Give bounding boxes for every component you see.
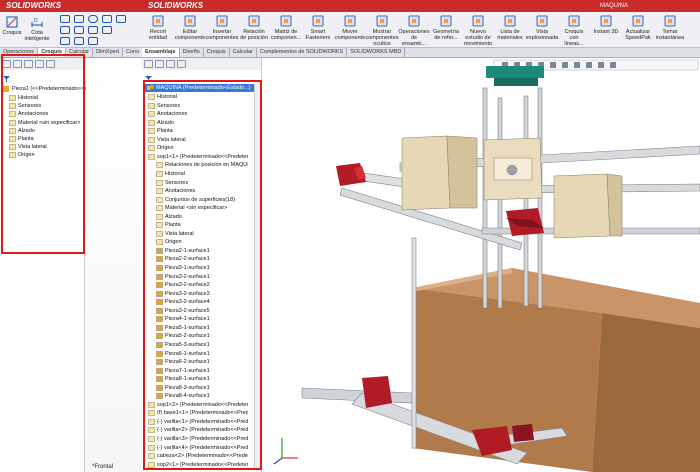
ribbon-command-icon (376, 15, 388, 27)
ribbon-button[interactable]: Smart Fasteners (304, 14, 332, 41)
ribbon-command-icon (536, 15, 548, 27)
offset-icon[interactable] (74, 26, 84, 34)
left-ribbon: Croquis D Cota inteligente (0, 12, 142, 48)
ribbon-button[interactable]: Recort entidad (144, 14, 172, 41)
left-graphics-area[interactable] (85, 58, 142, 472)
right-view-label (262, 462, 322, 472)
pattern-icon[interactable] (102, 26, 112, 34)
right-command-tabs: Ensamblaje Diseño Croquis Calcular Complemen… (142, 48, 700, 58)
tab-complementos-de-solidworks[interactable]: Complementos de SOLIDWORKS (257, 48, 348, 57)
sketch-icon (6, 16, 18, 28)
ribbon-command-icon (600, 15, 612, 27)
arc-icon[interactable] (102, 15, 112, 23)
left-title-bar: SOLIDWORKS (0, 0, 142, 12)
ribbon-button[interactable]: Lista de materiales (496, 14, 524, 41)
ribbon-command-icon (248, 15, 260, 27)
dimension-icon: D (31, 18, 43, 27)
tab-calcular[interactable]: Calcular (230, 48, 257, 57)
ribbon-button[interactable]: Croquis con líneas... (560, 14, 588, 47)
ribbon-command-icon (184, 15, 196, 27)
tab-dise-o[interactable]: Diseño (180, 48, 204, 57)
ribbon-command-icon (472, 15, 484, 27)
ribbon-command-icon (440, 15, 452, 27)
ribbon-button[interactable]: Instant 3D (592, 14, 620, 35)
ribbon-command-icon (408, 15, 420, 27)
graphics-viewport[interactable] (262, 58, 700, 472)
ribbon-button[interactable]: Mover componente (335, 14, 365, 41)
config-manager-tab-icon[interactable] (166, 60, 175, 68)
smart-dimension-button[interactable]: D Cota inteligente (24, 15, 50, 42)
ribbon-button[interactable]: Matriz de componen... (271, 14, 301, 41)
sketch-button[interactable]: Croquis (2, 15, 22, 36)
tab-ensamblaje[interactable]: Ensamblaje (142, 48, 180, 57)
ribbon-button[interactable]: Mostrar componentes ocultos (365, 14, 399, 47)
view-triad (273, 438, 298, 465)
feature-tree-tab-icon[interactable] (144, 60, 153, 68)
rectangle-icon[interactable] (74, 15, 84, 23)
point-icon[interactable] (60, 37, 70, 45)
ribbon-command-icon (632, 15, 644, 27)
teal-top-piece[interactable] (486, 66, 544, 86)
display-relations-icon[interactable] (116, 15, 126, 23)
tab-croquis[interactable]: Croquis (204, 48, 230, 57)
ribbon-button[interactable]: Nuevo estudio de movimiento (464, 14, 492, 47)
tab-solidworks-mbd[interactable]: SOLIDWORKS MBD (347, 48, 406, 57)
ribbon-command-icon (280, 15, 292, 27)
tab-dimxpert[interactable]: DimXpert (93, 48, 124, 57)
circle-icon[interactable] (88, 15, 98, 23)
solidworks-logo: SOLIDWORKS (6, 1, 62, 10)
document-title: MAQUINA (600, 3, 629, 9)
ribbon-command-icon (568, 15, 580, 27)
solidworks-logo: SOLIDWORKS (148, 1, 204, 10)
ribbon-command-icon (344, 15, 356, 27)
ribbon-command-icon (216, 15, 228, 27)
line-icon[interactable] (60, 15, 70, 23)
ribbon-command-icon (152, 15, 164, 27)
left-tree-highlight (1, 54, 85, 254)
svg-text:D: D (34, 18, 38, 24)
ribbon-button[interactable]: Relación de posición (240, 14, 268, 41)
property-manager-tab-icon[interactable] (155, 60, 164, 68)
mirror-icon[interactable] (88, 26, 98, 34)
ribbon-button[interactable]: Tomar instantánea (656, 14, 684, 41)
ribbon-command-icon (504, 15, 516, 27)
assembly-model (273, 59, 700, 472)
trim-icon[interactable] (60, 26, 70, 34)
spline-icon[interactable] (74, 37, 84, 45)
right-ribbon: Recort entidad Editar componente Insertar … (142, 12, 700, 48)
ribbon-button[interactable]: Geometría de refer... (432, 14, 460, 41)
left-view-label: *Frontal (92, 464, 114, 470)
ribbon-button[interactable]: Operaciones de ensamb... (398, 14, 430, 47)
right-tree-highlight (143, 80, 262, 470)
text-icon[interactable] (88, 37, 98, 45)
tab-cono[interactable]: Cono (123, 48, 144, 57)
ribbon-button[interactable]: Vista explosionada (526, 14, 558, 41)
ribbon-button[interactable]: Insertar componentes (206, 14, 239, 41)
right-fm-toolbar (142, 58, 261, 70)
display-manager-tab-icon[interactable] (177, 60, 186, 68)
ribbon-button[interactable]: Actualizar SpeedPak (624, 14, 652, 41)
ribbon-command-icon (664, 15, 676, 27)
ribbon-command-icon (312, 15, 324, 27)
ribbon-button[interactable]: Editar componente (175, 14, 205, 41)
